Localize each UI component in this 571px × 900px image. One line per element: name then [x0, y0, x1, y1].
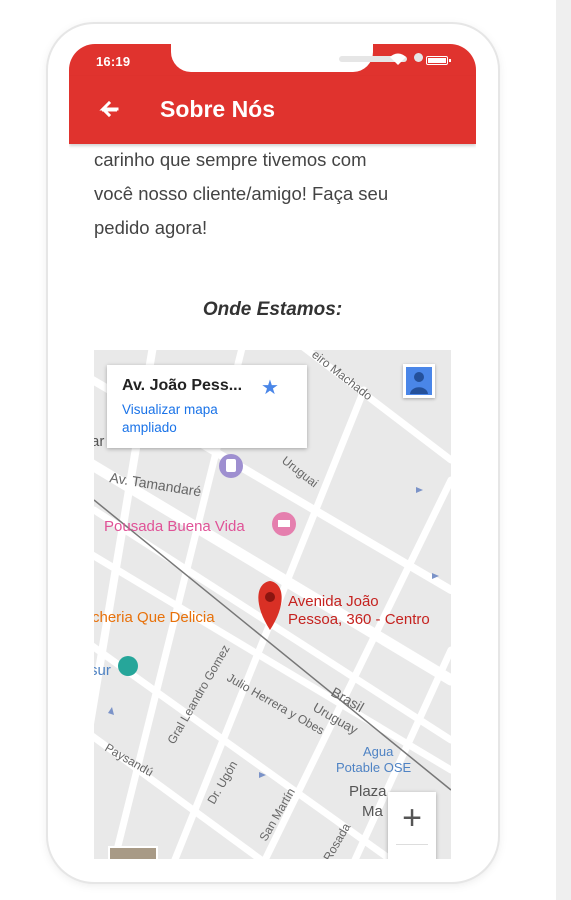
place-label: ar — [94, 433, 104, 450]
place-label: sur — [94, 662, 111, 679]
place-label: Agua — [363, 744, 394, 759]
place-label: Potable OSE — [336, 760, 411, 775]
map-street-label: Uruguai — [279, 453, 321, 490]
star-icon[interactable]: ★ — [261, 375, 279, 400]
status-time: 16:19 — [96, 54, 131, 69]
notch — [171, 44, 423, 72]
wifi-icon — [390, 53, 406, 65]
place-label: Pousada Buena Vida — [104, 518, 245, 535]
map-zoom-control: + — [388, 792, 436, 859]
paragraph-line: você nosso cliente/amigo! Faça seu — [94, 183, 389, 204]
map-info-card: Av. João Pess... ★ Visualizar mapa ampli… — [107, 365, 307, 448]
about-content: carinho que sempre tivemos com você noss… — [69, 144, 476, 859]
street-view-pegman-icon[interactable] — [403, 364, 435, 398]
map-street-label: Rosada — [320, 820, 353, 859]
marker-label: Pessoa, 360 - Centro — [288, 611, 430, 628]
arrow-back-icon[interactable] — [93, 95, 123, 125]
location-pin-icon[interactable] — [258, 581, 282, 630]
phone-screen: 16:19 Sobre Nós carinho que sempre tivem… — [69, 44, 476, 859]
location-heading: Onde Estamos: — [202, 299, 343, 320]
paragraph-line: carinho que sempre tivemos com — [94, 149, 367, 170]
satellite-thumbnail[interactable] — [108, 846, 158, 859]
zoom-divider — [396, 844, 428, 845]
place-label: Ma — [362, 803, 383, 820]
map-card-title: Av. João Pess... — [122, 377, 243, 394]
camera — [414, 53, 423, 62]
map-street-label: Paysandú — [103, 740, 156, 779]
battery-icon — [426, 56, 451, 65]
place-label: cheria Que Delicia — [94, 609, 215, 626]
marker-label: Avenida João — [288, 593, 379, 610]
location-map[interactable]: Av. Tamandaré Uruguai eiro Machado Brasi… — [94, 350, 451, 859]
place-label: Plaza — [349, 783, 387, 800]
app-bar: Sobre Nós — [69, 76, 476, 144]
zoom-in-button[interactable]: + — [388, 798, 436, 838]
map-street-label: Gral Leandro Gomez — [164, 642, 232, 746]
page-title: Sobre Nós — [160, 96, 276, 122]
paragraph-line: pedido agora! — [94, 217, 208, 238]
tourism-icon — [118, 656, 138, 676]
status-bar: 16:19 — [69, 44, 476, 76]
about-paragraph: carinho que sempre tivemos com você noss… — [94, 144, 439, 245]
map-street-label: eiro Machado — [309, 350, 375, 403]
map-street-label: Av. Tamandaré — [109, 469, 203, 499]
view-larger-map-link[interactable]: Visualizar mapa ampliado — [122, 401, 252, 437]
background-strip — [556, 0, 571, 900]
